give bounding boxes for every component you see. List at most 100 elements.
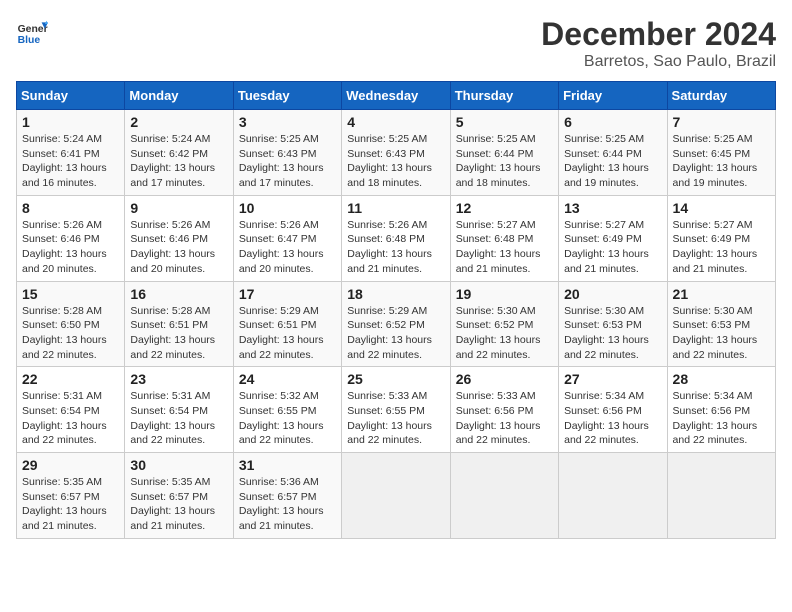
day-number: 10: [239, 200, 336, 216]
day-number: 3: [239, 114, 336, 130]
day-number: 13: [564, 200, 661, 216]
day-detail: Sunrise: 5:33 AMSunset: 6:55 PMDaylight:…: [347, 389, 444, 448]
day-detail: Sunrise: 5:35 AMSunset: 6:57 PMDaylight:…: [22, 475, 119, 534]
calendar-day-cell: 14 Sunrise: 5:27 AMSunset: 6:49 PMDaylig…: [667, 195, 775, 281]
main-title: December 2024: [541, 16, 776, 53]
logo: General Blue: [16, 16, 48, 48]
day-number: 30: [130, 457, 227, 473]
calendar-day-cell: 26 Sunrise: 5:33 AMSunset: 6:56 PMDaylig…: [450, 367, 558, 453]
calendar-day-cell: 18 Sunrise: 5:29 AMSunset: 6:52 PMDaylig…: [342, 281, 450, 367]
calendar-day-cell: 4 Sunrise: 5:25 AMSunset: 6:43 PMDayligh…: [342, 110, 450, 196]
day-number: 4: [347, 114, 444, 130]
day-number: 18: [347, 286, 444, 302]
day-number: 24: [239, 371, 336, 387]
day-number: 22: [22, 371, 119, 387]
calendar-day-cell: 12 Sunrise: 5:27 AMSunset: 6:48 PMDaylig…: [450, 195, 558, 281]
calendar-week-row: 8 Sunrise: 5:26 AMSunset: 6:46 PMDayligh…: [17, 195, 776, 281]
day-detail: Sunrise: 5:35 AMSunset: 6:57 PMDaylight:…: [130, 475, 227, 534]
calendar-table: SundayMondayTuesdayWednesdayThursdayFrid…: [16, 81, 776, 539]
day-number: 9: [130, 200, 227, 216]
calendar-header-wednesday: Wednesday: [342, 82, 450, 110]
calendar-day-cell: 24 Sunrise: 5:32 AMSunset: 6:55 PMDaylig…: [233, 367, 341, 453]
day-detail: Sunrise: 5:36 AMSunset: 6:57 PMDaylight:…: [239, 475, 336, 534]
day-number: 25: [347, 371, 444, 387]
day-number: 23: [130, 371, 227, 387]
calendar-day-cell: 7 Sunrise: 5:25 AMSunset: 6:45 PMDayligh…: [667, 110, 775, 196]
day-number: 26: [456, 371, 553, 387]
day-detail: Sunrise: 5:26 AMSunset: 6:47 PMDaylight:…: [239, 218, 336, 277]
day-detail: Sunrise: 5:34 AMSunset: 6:56 PMDaylight:…: [564, 389, 661, 448]
day-number: 17: [239, 286, 336, 302]
day-number: 15: [22, 286, 119, 302]
calendar-day-cell: 2 Sunrise: 5:24 AMSunset: 6:42 PMDayligh…: [125, 110, 233, 196]
calendar-day-cell: 15 Sunrise: 5:28 AMSunset: 6:50 PMDaylig…: [17, 281, 125, 367]
calendar-week-row: 29 Sunrise: 5:35 AMSunset: 6:57 PMDaylig…: [17, 453, 776, 539]
day-detail: Sunrise: 5:25 AMSunset: 6:44 PMDaylight:…: [456, 132, 553, 191]
calendar-header-thursday: Thursday: [450, 82, 558, 110]
day-number: 21: [673, 286, 770, 302]
day-number: 12: [456, 200, 553, 216]
day-number: 29: [22, 457, 119, 473]
calendar-day-cell: [559, 453, 667, 539]
day-number: 19: [456, 286, 553, 302]
calendar-day-cell: 8 Sunrise: 5:26 AMSunset: 6:46 PMDayligh…: [17, 195, 125, 281]
day-detail: Sunrise: 5:28 AMSunset: 6:50 PMDaylight:…: [22, 304, 119, 363]
day-number: 11: [347, 200, 444, 216]
day-detail: Sunrise: 5:26 AMSunset: 6:48 PMDaylight:…: [347, 218, 444, 277]
day-detail: Sunrise: 5:29 AMSunset: 6:51 PMDaylight:…: [239, 304, 336, 363]
day-detail: Sunrise: 5:24 AMSunset: 6:41 PMDaylight:…: [22, 132, 119, 191]
calendar-header-saturday: Saturday: [667, 82, 775, 110]
calendar-day-cell: 1 Sunrise: 5:24 AMSunset: 6:41 PMDayligh…: [17, 110, 125, 196]
calendar-day-cell: 21 Sunrise: 5:30 AMSunset: 6:53 PMDaylig…: [667, 281, 775, 367]
header: General Blue December 2024 Barretos, Sao…: [16, 16, 776, 71]
calendar-week-row: 1 Sunrise: 5:24 AMSunset: 6:41 PMDayligh…: [17, 110, 776, 196]
calendar-header-tuesday: Tuesday: [233, 82, 341, 110]
calendar-day-cell: 10 Sunrise: 5:26 AMSunset: 6:47 PMDaylig…: [233, 195, 341, 281]
day-detail: Sunrise: 5:30 AMSunset: 6:53 PMDaylight:…: [564, 304, 661, 363]
calendar-header-sunday: Sunday: [17, 82, 125, 110]
day-number: 2: [130, 114, 227, 130]
calendar-day-cell: 27 Sunrise: 5:34 AMSunset: 6:56 PMDaylig…: [559, 367, 667, 453]
day-detail: Sunrise: 5:28 AMSunset: 6:51 PMDaylight:…: [130, 304, 227, 363]
day-detail: Sunrise: 5:30 AMSunset: 6:52 PMDaylight:…: [456, 304, 553, 363]
day-detail: Sunrise: 5:26 AMSunset: 6:46 PMDaylight:…: [130, 218, 227, 277]
day-detail: Sunrise: 5:25 AMSunset: 6:44 PMDaylight:…: [564, 132, 661, 191]
calendar-day-cell: 11 Sunrise: 5:26 AMSunset: 6:48 PMDaylig…: [342, 195, 450, 281]
calendar-header-row: SundayMondayTuesdayWednesdayThursdayFrid…: [17, 82, 776, 110]
calendar-day-cell: 22 Sunrise: 5:31 AMSunset: 6:54 PMDaylig…: [17, 367, 125, 453]
calendar-header-monday: Monday: [125, 82, 233, 110]
calendar-day-cell: 20 Sunrise: 5:30 AMSunset: 6:53 PMDaylig…: [559, 281, 667, 367]
calendar-day-cell: 3 Sunrise: 5:25 AMSunset: 6:43 PMDayligh…: [233, 110, 341, 196]
day-number: 31: [239, 457, 336, 473]
day-number: 6: [564, 114, 661, 130]
day-number: 14: [673, 200, 770, 216]
day-detail: Sunrise: 5:26 AMSunset: 6:46 PMDaylight:…: [22, 218, 119, 277]
day-detail: Sunrise: 5:31 AMSunset: 6:54 PMDaylight:…: [130, 389, 227, 448]
logo-icon: General Blue: [16, 16, 48, 48]
calendar-day-cell: 16 Sunrise: 5:28 AMSunset: 6:51 PMDaylig…: [125, 281, 233, 367]
day-number: 16: [130, 286, 227, 302]
day-detail: Sunrise: 5:33 AMSunset: 6:56 PMDaylight:…: [456, 389, 553, 448]
day-detail: Sunrise: 5:24 AMSunset: 6:42 PMDaylight:…: [130, 132, 227, 191]
day-detail: Sunrise: 5:27 AMSunset: 6:49 PMDaylight:…: [673, 218, 770, 277]
day-number: 27: [564, 371, 661, 387]
day-number: 20: [564, 286, 661, 302]
calendar-day-cell: 5 Sunrise: 5:25 AMSunset: 6:44 PMDayligh…: [450, 110, 558, 196]
svg-text:Blue: Blue: [18, 35, 41, 46]
day-detail: Sunrise: 5:32 AMSunset: 6:55 PMDaylight:…: [239, 389, 336, 448]
day-number: 28: [673, 371, 770, 387]
day-detail: Sunrise: 5:27 AMSunset: 6:48 PMDaylight:…: [456, 218, 553, 277]
day-detail: Sunrise: 5:34 AMSunset: 6:56 PMDaylight:…: [673, 389, 770, 448]
day-number: 8: [22, 200, 119, 216]
calendar-day-cell: [667, 453, 775, 539]
calendar-day-cell: 25 Sunrise: 5:33 AMSunset: 6:55 PMDaylig…: [342, 367, 450, 453]
calendar-day-cell: [342, 453, 450, 539]
calendar-day-cell: 28 Sunrise: 5:34 AMSunset: 6:56 PMDaylig…: [667, 367, 775, 453]
day-detail: Sunrise: 5:29 AMSunset: 6:52 PMDaylight:…: [347, 304, 444, 363]
calendar-day-cell: 17 Sunrise: 5:29 AMSunset: 6:51 PMDaylig…: [233, 281, 341, 367]
day-detail: Sunrise: 5:25 AMSunset: 6:45 PMDaylight:…: [673, 132, 770, 191]
calendar-day-cell: 6 Sunrise: 5:25 AMSunset: 6:44 PMDayligh…: [559, 110, 667, 196]
title-area: December 2024 Barretos, Sao Paulo, Brazi…: [541, 16, 776, 71]
day-number: 1: [22, 114, 119, 130]
calendar-header-friday: Friday: [559, 82, 667, 110]
